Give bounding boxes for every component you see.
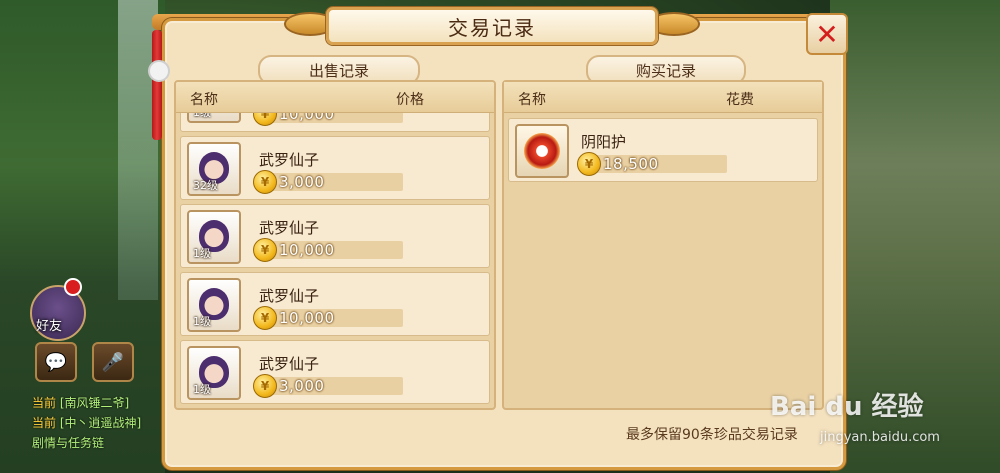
- coin-icon: ¥: [253, 170, 277, 194]
- character-portrait: 32级: [187, 142, 241, 196]
- watermark-url: jingyan.baidu.com: [820, 430, 940, 445]
- window-title: 交易记录: [326, 7, 658, 45]
- list-item[interactable]: 1级 武罗仙子 ¥ 10,000: [180, 272, 490, 336]
- character-portrait: 1级: [187, 346, 241, 400]
- coin-icon: ¥: [253, 374, 277, 398]
- notification-dot: [64, 278, 82, 296]
- price-bar: ¥ 3,000: [253, 374, 403, 398]
- watermark-logo: Bai du 经验: [770, 392, 924, 422]
- list-item[interactable]: 1级 武罗仙子 ¥ 10,000: [180, 204, 490, 268]
- buy-record-list[interactable]: 名称 花费 阴阳护 ¥ 18,500: [502, 80, 824, 410]
- price-bar: ¥ 3,000: [253, 170, 403, 194]
- microphone-icon: 🎤: [101, 351, 125, 373]
- price-bar: ¥ 10,000: [253, 238, 403, 262]
- column-price: 价格: [396, 92, 424, 108]
- list-item[interactable]: 32级 武罗仙子 ¥ 3,000: [180, 136, 490, 200]
- friend-label: 好友: [36, 319, 63, 334]
- chat-icon: 💬: [44, 351, 68, 373]
- rope-knot: [148, 60, 170, 82]
- item-name: 武罗仙子: [259, 151, 320, 169]
- list-item[interactable]: 阴阳护 ¥ 18,500: [508, 118, 818, 182]
- column-name: 名称: [190, 92, 218, 108]
- sell-record-list[interactable]: 1级 ¥ 10,000 名称 价格 32级 武罗仙子 ¥ 3,000 1级 武罗…: [174, 80, 496, 410]
- coin-icon: ¥: [577, 152, 601, 176]
- item-name: 武罗仙子: [259, 219, 320, 237]
- voice-button[interactable]: 🎤: [92, 342, 134, 382]
- footer-note: 最多保留90条珍品交易记录: [626, 427, 798, 443]
- coin-icon: ¥: [253, 306, 277, 330]
- price-bar: ¥ 18,500: [577, 152, 727, 176]
- column-cost: 花费: [726, 92, 754, 108]
- chat-button[interactable]: 💬: [35, 342, 77, 382]
- close-button[interactable]: ✕: [806, 13, 848, 55]
- yin-yang-amulet-icon: [515, 124, 569, 178]
- close-icon: ✕: [815, 17, 839, 51]
- decorative-rope: [152, 30, 162, 140]
- chat-line[interactable]: 当前 [中丶逍遥战神]: [32, 414, 141, 431]
- item-name: 武罗仙子: [259, 355, 320, 373]
- character-portrait: 1级: [187, 210, 241, 264]
- coin-icon: ¥: [253, 238, 277, 262]
- character-portrait: 1级: [187, 278, 241, 332]
- list-item[interactable]: 1级 武罗仙子 ¥ 3,000: [180, 340, 490, 404]
- chat-line[interactable]: 当前 [南风锤二爷]: [32, 394, 129, 411]
- price-bar: ¥ 10,000: [253, 306, 403, 330]
- item-name: 武罗仙子: [259, 287, 320, 305]
- item-name: 阴阳护: [581, 133, 627, 151]
- buy-table-header: 名称 花费: [504, 82, 822, 113]
- column-name: 名称: [518, 92, 546, 108]
- chat-line[interactable]: 剧情与任务链: [32, 434, 104, 451]
- sell-table-header: 名称 价格: [176, 82, 494, 113]
